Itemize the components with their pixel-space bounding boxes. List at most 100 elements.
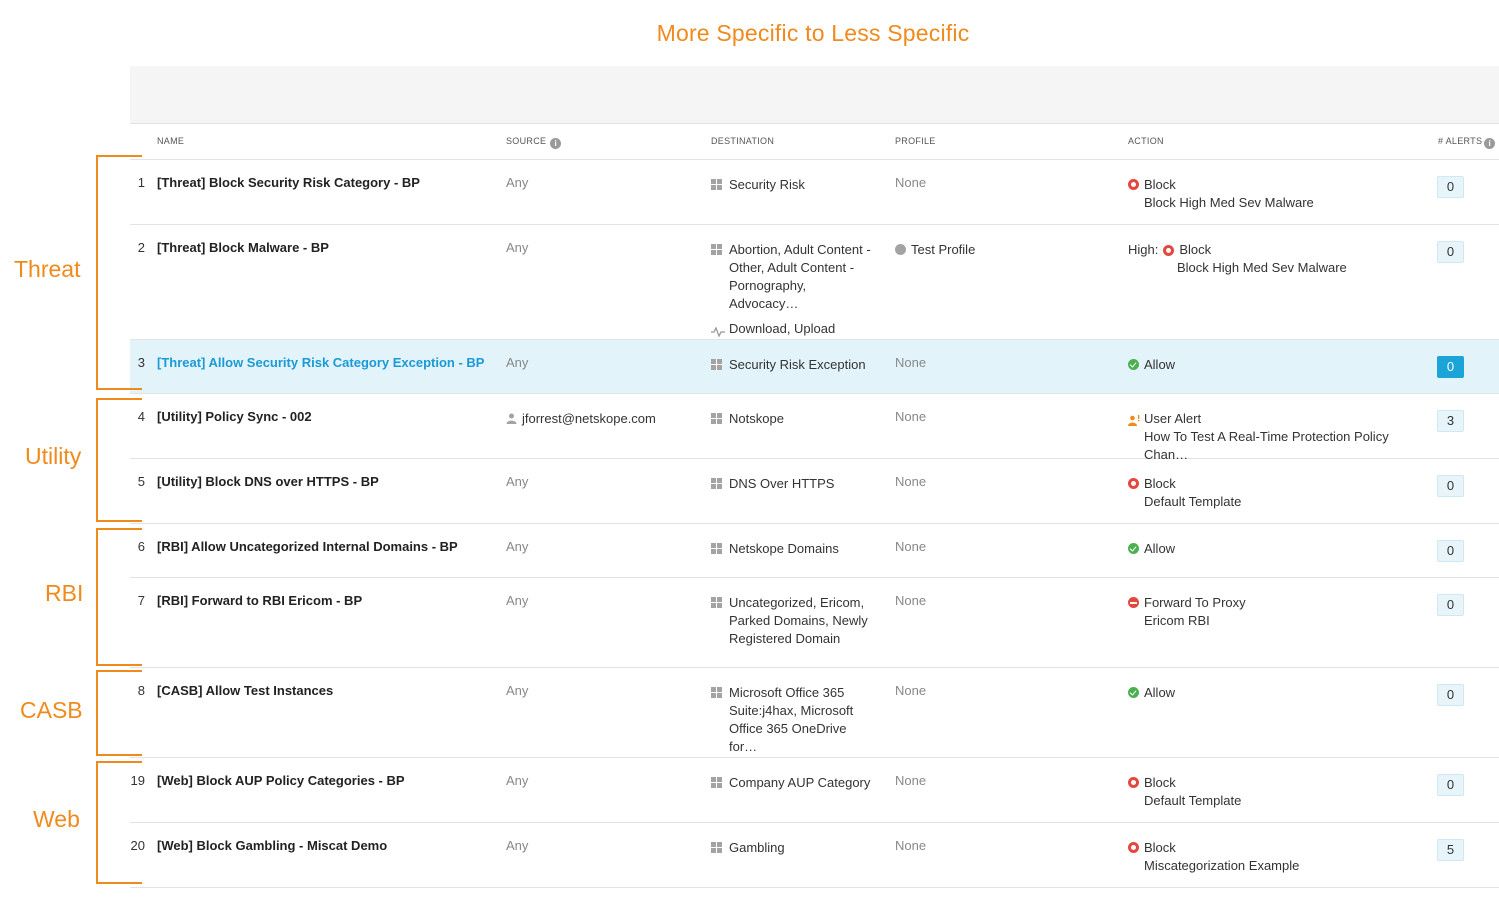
alerts-count[interactable]: 0 (1437, 475, 1464, 497)
action-cell: Block Default Template (1128, 475, 1428, 511)
bracket-rbi (96, 528, 142, 666)
profile-value: Test Profile (911, 242, 976, 257)
policy-name[interactable]: [CASB] Allow Test Instances (157, 682, 502, 700)
profile-value: None (895, 355, 927, 370)
action-cell: Forward To Proxy Ericom RBI (1128, 594, 1428, 630)
alerts-count[interactable]: 0 (1437, 176, 1464, 198)
policy-name[interactable]: [RBI] Allow Uncategorized Internal Domai… (157, 538, 502, 556)
destination-cell: Netskope Domains (711, 540, 876, 558)
bracket-web (96, 761, 142, 884)
destination-activity: Download, Upload (729, 321, 836, 336)
group-label-rbi: RBI (45, 580, 84, 606)
alerts-count[interactable]: 0 (1437, 356, 1464, 378)
profile-value: None (895, 593, 927, 608)
table-row[interactable]: 5 [Utility] Block DNS over HTTPS - BP An… (130, 459, 1499, 524)
profile-value: None (895, 683, 927, 698)
profile-cell: Test Profile (895, 241, 1105, 259)
col-header-destination[interactable]: DESTINATION (711, 136, 774, 146)
policy-name[interactable]: [Web] Block AUP Policy Categories - BP (157, 772, 502, 790)
col-header-alerts[interactable]: # ALERTS i (1438, 136, 1496, 149)
destination-value: Security Risk Exception (729, 357, 866, 372)
policy-name[interactable]: [Threat] Allow Security Risk Category Ex… (157, 354, 502, 372)
destination-cell: Uncategorized, Ericom, Parked Domains, N… (711, 594, 871, 648)
title-wrap: More Specific to Less Specific (0, 0, 1499, 60)
destination-value: Notskope (729, 411, 784, 426)
table-row[interactable]: 6 [RBI] Allow Uncategorized Internal Dom… (130, 524, 1499, 578)
block-icon (1128, 777, 1139, 788)
table-row[interactable]: 4 [Utility] Policy Sync - 002 jforrest@n… (130, 394, 1499, 462)
allow-icon (1128, 543, 1139, 554)
action-template: Default Template (1144, 494, 1242, 509)
table-row[interactable]: 2 [Threat] Block Malware - BP Any Aborti… (130, 225, 1499, 340)
severity-prefix: High: (1128, 242, 1159, 257)
col-header-source[interactable]: SOURCE i (506, 136, 562, 149)
destination-value: Company AUP Category (729, 775, 871, 790)
action-cell: Block Default Template (1128, 774, 1428, 810)
col-header-action[interactable]: ACTION (1128, 136, 1164, 146)
policy-name[interactable]: [Utility] Block DNS over HTTPS - BP (157, 473, 502, 491)
info-icon[interactable]: i (1484, 138, 1496, 149)
user-alert-icon (1128, 413, 1140, 426)
table-row-selected[interactable]: 3 [Threat] Allow Security Risk Category … (130, 340, 1499, 394)
action-value: Forward To Proxy (1144, 595, 1246, 610)
action-value: Block (1144, 840, 1176, 855)
profile-icon (895, 244, 906, 255)
policy-name[interactable]: [Web] Block Gambling - Miscat Demo (157, 837, 502, 855)
destination-cell: Company AUP Category (711, 774, 886, 792)
group-label-web: Web (33, 806, 80, 832)
block-icon (1128, 478, 1139, 489)
table-row[interactable]: 8 [CASB] Allow Test Instances Any Micros… (130, 668, 1499, 758)
profile-value: None (895, 409, 927, 424)
alerts-count[interactable]: 3 (1437, 410, 1464, 432)
action-value: Block (1144, 775, 1176, 790)
action-cell: Allow (1128, 540, 1428, 558)
alerts-count[interactable]: 5 (1437, 839, 1464, 861)
destination-value: Microsoft Office 365 Suite:j4hax, Micros… (729, 685, 854, 754)
table-row[interactable]: 7 [RBI] Forward to RBI Ericom - BP Any U… (130, 578, 1499, 668)
category-icon (711, 842, 722, 853)
destination-value: Gambling (729, 840, 785, 855)
source-value: Any (506, 355, 529, 370)
category-icon (711, 543, 722, 554)
source-value: jforrest@netskope.com (522, 411, 656, 426)
category-icon (711, 244, 722, 255)
action-template: Block High Med Sev Malware (1177, 260, 1347, 275)
action-value: Allow (1144, 357, 1176, 372)
table-row[interactable]: 1 [Threat] Block Security Risk Category … (130, 160, 1499, 225)
source-value: Any (506, 539, 529, 554)
category-icon (711, 777, 722, 788)
alerts-count[interactable]: 0 (1437, 684, 1464, 706)
policy-name[interactable]: [Threat] Block Malware - BP (157, 239, 502, 257)
info-icon[interactable]: i (550, 138, 562, 149)
policy-name[interactable]: [Threat] Block Security Risk Category - … (157, 174, 502, 192)
source-value: Any (506, 773, 529, 788)
alerts-count[interactable]: 0 (1437, 774, 1464, 796)
source-value: Any (506, 240, 529, 255)
table-row[interactable]: 19 [Web] Block AUP Policy Categories - B… (130, 758, 1499, 823)
source-value: Any (506, 838, 529, 853)
source-value: Any (506, 474, 529, 489)
bracket-casb (96, 670, 142, 756)
bracket-threat (96, 155, 142, 390)
policy-name[interactable]: [RBI] Forward to RBI Ericom - BP (157, 592, 502, 610)
col-header-name[interactable]: NAME (157, 136, 184, 146)
profile-value: None (895, 539, 927, 554)
action-value: Block (1144, 476, 1176, 491)
destination-value: Netskope Domains (729, 541, 839, 556)
destination-value: Security Risk (729, 177, 805, 192)
group-label-casb: CASB (20, 697, 83, 723)
alerts-count[interactable]: 0 (1437, 241, 1464, 263)
table-row[interactable]: 20 [Web] Block Gambling - Miscat Demo An… (130, 823, 1499, 888)
action-cell: Block Miscategorization Example (1128, 839, 1428, 875)
source-value: Any (506, 175, 529, 190)
col-header-profile[interactable]: PROFILE (895, 136, 936, 146)
destination-cell: Abortion, Adult Content - Other, Adult C… (711, 241, 876, 338)
alerts-count[interactable]: 0 (1437, 594, 1464, 616)
destination-value: DNS Over HTTPS (729, 476, 835, 491)
policy-name[interactable]: [Utility] Policy Sync - 002 (157, 408, 502, 426)
alerts-count[interactable]: 0 (1437, 540, 1464, 562)
action-cell: High: Block Block High Med Sev Malware (1128, 241, 1428, 277)
action-template: Miscategorization Example (1144, 858, 1300, 873)
destination-cell: Gambling (711, 839, 876, 857)
profile-value: None (895, 175, 927, 190)
